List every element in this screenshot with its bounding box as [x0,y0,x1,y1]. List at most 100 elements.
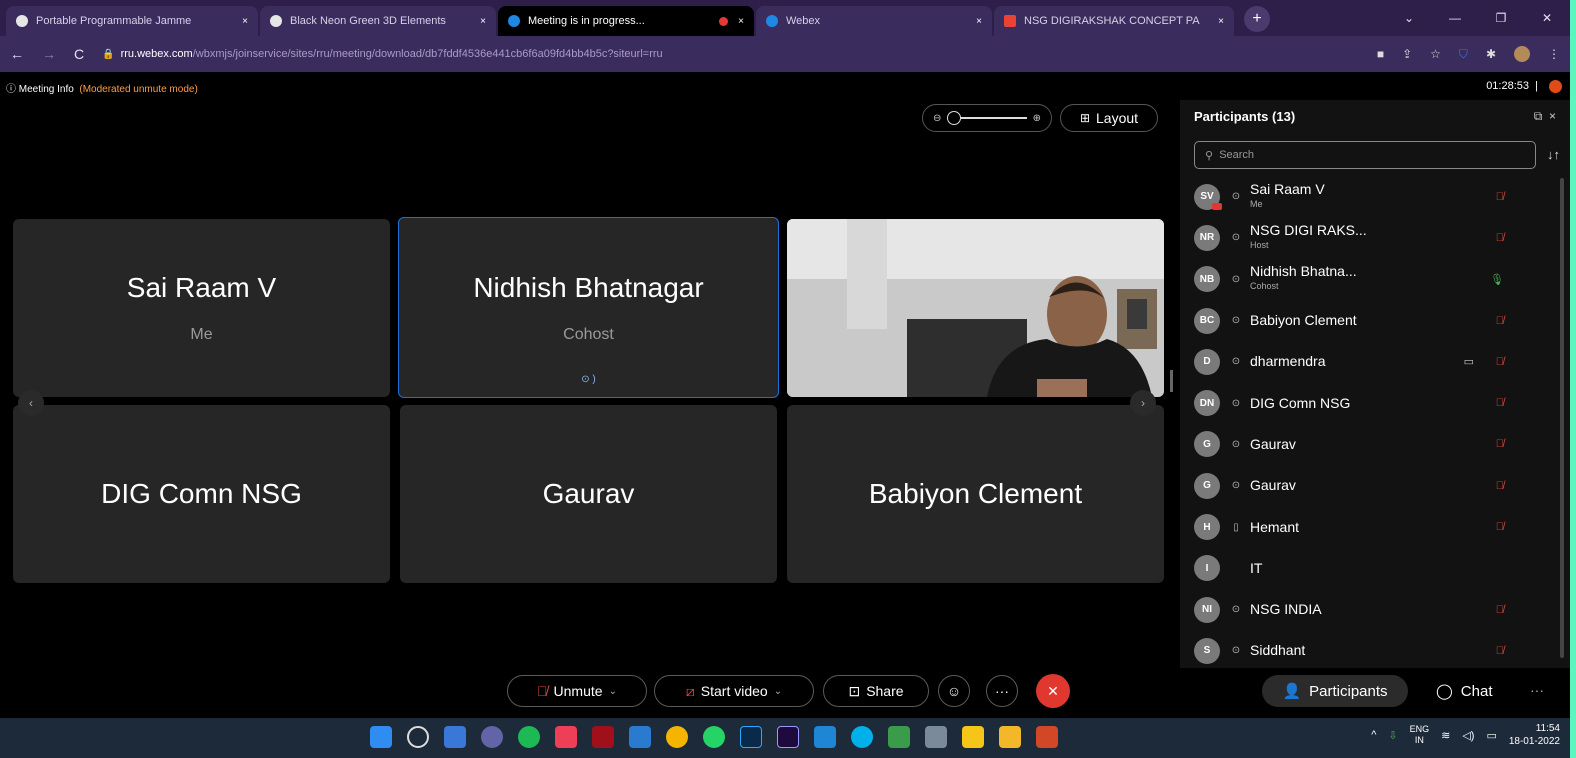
participant-row[interactable]: DN ⊙ DIG Comn NSG 🎙̸ [1194,382,1544,423]
tab-nsg-digirakshak[interactable]: NSG DIGIRAKSHAK CONCEPT PA × [994,6,1234,36]
participant-row[interactable]: S ⊙ Siddhant 🎙̸ [1194,630,1544,671]
leave-meeting-button[interactable]: ✕ [1036,674,1070,708]
tab-webex[interactable]: Webex × [756,6,992,36]
sticky-icon[interactable] [962,726,984,748]
participant-row[interactable]: SV ⊙ Sai Raam V Me 🎙̸ [1194,176,1544,217]
language-indicator[interactable]: ENG IN [1410,724,1430,746]
close-panel-icon[interactable]: × [1549,109,1556,123]
clock[interactable]: 11:54 18-01-2022 [1509,722,1560,748]
reactions-button[interactable]: ☺ [938,675,970,707]
participants-button[interactable]: 👤 Participants [1262,675,1408,707]
download-icon[interactable]: ⇩ [1388,729,1397,742]
volume-icon[interactable]: ◁) [1462,729,1474,742]
video-tile-camera-feed[interactable] [787,219,1164,397]
participant-row[interactable]: H ▯ Hemant 🎙̸ [1194,506,1544,547]
forward-button[interactable]: → [42,46,56,62]
chevron-down-icon[interactable]: ⌄ [774,686,782,697]
layout-button[interactable]: ⊞ Layout [1060,104,1158,132]
participant-row[interactable]: NR ⊙ NSG DIGI RAKS... Host 🎙̸ [1194,217,1544,258]
back-button[interactable]: ← [10,46,24,62]
spotify-icon[interactable] [518,726,540,748]
netflix-icon[interactable] [592,726,614,748]
tab-close-icon[interactable]: × [232,16,248,27]
tab-search-button[interactable]: ⌄ [1386,11,1432,25]
premiere-icon[interactable] [777,726,799,748]
tile-size-slider[interactable]: ⊖ ⊕ [922,104,1052,132]
camera-icon[interactable]: ■ [1377,47,1384,61]
chrome-icon[interactable] [666,726,688,748]
start-video-button[interactable]: ⧄ Start video ⌄ [654,675,814,707]
explorer-icon[interactable] [999,726,1021,748]
app2-icon[interactable] [925,726,947,748]
mic-muted-icon[interactable]: 🎙̸ [1496,480,1504,492]
new-tab-button[interactable]: + [1244,6,1270,32]
whatsapp-icon[interactable] [703,726,725,748]
close-window-button[interactable]: ✕ [1524,11,1570,25]
participant-search-input[interactable]: ⚲ Search [1194,141,1536,169]
tab-close-icon[interactable]: × [1208,16,1224,27]
puzzle-icon[interactable]: ✱ [1486,47,1496,61]
participant-row[interactable]: BC ⊙ Babiyon Clement 🎙̸ [1194,300,1544,341]
task-view-icon[interactable] [444,726,466,748]
next-page-button[interactable]: › [1130,390,1156,416]
mail-icon[interactable] [814,726,836,748]
zoom-out-icon[interactable]: ⊖ [933,113,941,124]
photoshop-icon[interactable] [740,726,762,748]
star-icon[interactable]: ☆ [1430,47,1441,61]
profile-icon[interactable] [1514,46,1530,62]
zoom-in-icon[interactable]: ⊕ [1033,113,1041,124]
mic-muted-icon[interactable]: 🎙̸ [1496,191,1504,203]
participant-row[interactable]: NI ⊙ NSG INDIA 🎙̸ [1194,589,1544,630]
chat-button[interactable]: ◯ Chat [1436,675,1492,707]
slider-knob[interactable] [947,111,962,125]
participant-row[interactable]: I IT [1194,548,1544,589]
more-options-button[interactable]: ··· [986,675,1018,707]
tab-close-icon[interactable]: × [728,16,744,27]
unmute-button[interactable]: 🎙̸ Unmute ⌄ [507,675,647,707]
tab-close-icon[interactable]: × [470,16,486,27]
search-icon[interactable] [407,726,429,748]
shield-extension-icon[interactable]: ⛉ [1459,47,1468,62]
windows-start-icon[interactable] [370,726,392,748]
battery-icon[interactable]: ▭ [1486,729,1496,742]
panel-resize-handle[interactable] [1170,370,1173,392]
video-tile-babiyon[interactable]: Babiyon Clement [787,405,1164,583]
mic-muted-icon[interactable]: 🎙̸ [1496,438,1504,450]
powerpoint-icon[interactable] [1036,726,1058,748]
webex-icon[interactable] [851,726,873,748]
sort-icon[interactable]: ↓↑ [1547,147,1560,162]
reload-button[interactable]: C [74,46,84,62]
mic-on-icon[interactable]: 🎙 [1490,273,1504,286]
maximize-button[interactable]: ❐ [1478,11,1524,25]
slider-track[interactable] [947,111,1027,125]
video-tile-gaurav[interactable]: Gaurav [400,405,777,583]
participants-scrollbar[interactable] [1560,178,1564,658]
share-icon[interactable]: ⇪ [1402,47,1412,61]
teams-icon[interactable] [481,726,503,748]
meeting-info-link[interactable]: ⓘ Meeting Info (Moderated unmute mode) [6,80,198,95]
app-icon[interactable] [888,726,910,748]
tab-portable-jammer[interactable]: Portable Programmable Jamme × [6,6,258,36]
mic-muted-icon[interactable]: 🎙̸ [1496,604,1504,616]
recording-icon[interactable] [1549,80,1562,93]
chevron-down-icon[interactable]: ⌄ [609,686,617,697]
participant-row[interactable]: D ⊙ dharmendra ▭ 🎙̸ [1194,341,1544,382]
pop-out-icon[interactable]: ⧉ [1534,109,1543,123]
mic-muted-icon[interactable]: 🎙̸ [1496,397,1504,409]
prev-page-button[interactable]: ‹ [18,390,44,416]
participant-row[interactable]: G ⊙ Gaurav 🎙̸ [1194,424,1544,465]
wifi-icon[interactable]: ≋ [1441,729,1450,742]
video-tile-dig-comn[interactable]: DIG Comn NSG [13,405,390,583]
participant-row[interactable]: NB ⊙ Nidhish Bhatna... Cohost 🎙 [1194,259,1544,300]
tab-neon-green[interactable]: Black Neon Green 3D Elements × [260,6,496,36]
mic-muted-icon[interactable]: 🎙̸ [1496,521,1504,533]
share-button[interactable]: ⊡ Share [823,675,929,707]
chevron-up-icon[interactable]: ^ [1371,729,1376,741]
mic-muted-icon[interactable]: 🎙̸ [1496,232,1504,244]
mic-muted-icon[interactable]: 🎙̸ [1496,356,1504,368]
lock-icon[interactable]: 🔒 [102,49,114,60]
url-field[interactable]: rru.webex.com/wbxmjs/joinservice/sites/r… [121,48,663,60]
menu-icon[interactable]: ⋮ [1548,47,1560,61]
mic-muted-icon[interactable]: 🎙̸ [1496,645,1504,657]
pocket-icon[interactable] [555,726,577,748]
